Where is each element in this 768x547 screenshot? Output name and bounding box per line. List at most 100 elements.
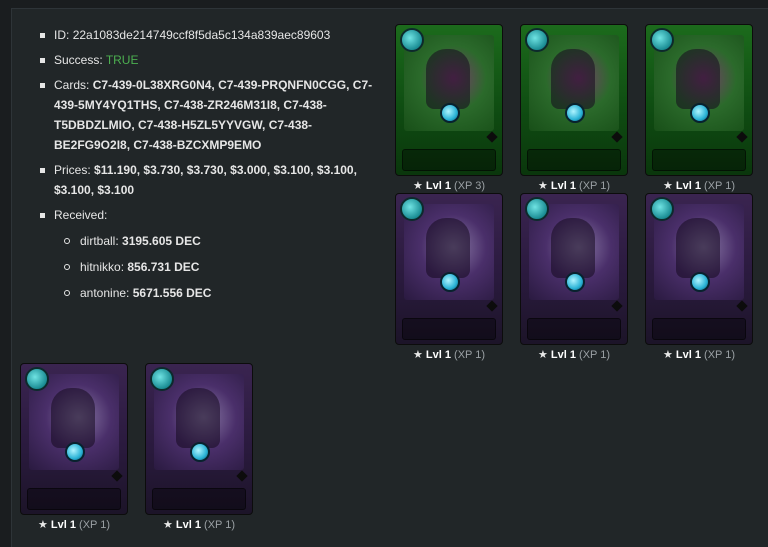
card-level: Lvl 1 — [425, 349, 451, 361]
gem-icon — [440, 272, 460, 292]
card-caption: ★ Lvl 1 (XP 1) — [645, 349, 753, 361]
star-icon: ★ — [537, 180, 548, 192]
star-icon: ★ — [412, 180, 423, 192]
card-image[interactable] — [645, 193, 753, 345]
card-item[interactable]: ★ Lvl 1 (XP 1) — [520, 24, 628, 192]
diamond-icon — [736, 131, 748, 143]
mana-icon — [25, 367, 49, 391]
success-row: Success: TRUE — [36, 50, 381, 70]
card-xp: (XP 1) — [79, 519, 111, 531]
received-item: dirtball: 3195.605 DEC — [54, 231, 381, 251]
card-xp: (XP 1) — [704, 349, 736, 361]
prices-row: Prices: $11.190, $3.730, $3.730, $3.000,… — [36, 160, 381, 200]
received-item: antonine: 5671.556 DEC — [54, 283, 381, 303]
card-level: Lvl 1 — [675, 180, 701, 192]
diamond-icon — [111, 470, 123, 482]
card-item[interactable]: ★ Lvl 1 (XP 1) — [520, 193, 628, 361]
card-caption: ★ Lvl 1 (XP 1) — [20, 519, 128, 531]
mana-icon — [650, 197, 674, 221]
card-image[interactable] — [645, 24, 753, 176]
card-item[interactable]: ★ Lvl 1 (XP 1) — [20, 363, 128, 531]
card-image[interactable] — [20, 363, 128, 515]
star-icon: ★ — [412, 349, 423, 361]
prices-label: Prices: — [54, 163, 91, 177]
card-namebar — [402, 318, 496, 340]
card-character — [676, 218, 720, 278]
diamond-icon — [611, 131, 623, 143]
received-row: Received: dirtball: 3195.605 DEC hitnikk… — [36, 205, 381, 303]
card-character — [51, 388, 95, 448]
card-level: Lvl 1 — [50, 519, 76, 531]
gem-icon — [65, 442, 85, 462]
card-image[interactable] — [395, 24, 503, 176]
id-label: ID: — [54, 28, 70, 42]
success-value: TRUE — [105, 53, 139, 67]
mana-icon — [150, 367, 174, 391]
card-character — [426, 218, 470, 278]
card-namebar — [527, 149, 621, 171]
card-xp: (XP 1) — [704, 180, 736, 192]
card-level: Lvl 1 — [425, 180, 451, 192]
card-xp: (XP 1) — [579, 180, 611, 192]
prices-value: $11.190, $3.730, $3.730, $3.000, $3.100,… — [54, 163, 357, 197]
mana-icon — [650, 28, 674, 52]
card-character — [426, 49, 470, 109]
mana-icon — [525, 197, 549, 221]
received-name: hitnikko: — [80, 260, 125, 274]
received-amount: 5671.556 DEC — [132, 286, 212, 300]
gem-icon — [440, 103, 460, 123]
gem-icon — [190, 442, 210, 462]
cards-label: Cards: — [54, 78, 90, 92]
card-level: Lvl 1 — [550, 180, 576, 192]
diamond-icon — [736, 300, 748, 312]
card-caption: ★ Lvl 1 (XP 1) — [520, 180, 628, 192]
card-xp: (XP 1) — [579, 349, 611, 361]
card-namebar — [27, 488, 121, 510]
success-label: Success: — [54, 53, 103, 67]
card-image[interactable] — [520, 24, 628, 176]
card-caption: ★ Lvl 1 (XP 1) — [145, 519, 253, 531]
received-list: dirtball: 3195.605 DEC hitnikko: 856.731… — [54, 231, 381, 303]
received-item: hitnikko: 856.731 DEC — [54, 257, 381, 277]
star-icon: ★ — [537, 349, 548, 361]
card-character — [551, 49, 595, 109]
star-icon: ★ — [37, 519, 48, 531]
gem-icon — [690, 272, 710, 292]
received-amount: 856.731 DEC — [127, 260, 200, 274]
card-caption: ★ Lvl 1 (XP 3) — [395, 180, 503, 192]
card-namebar — [152, 488, 246, 510]
card-image[interactable] — [145, 363, 253, 515]
card-xp: (XP 1) — [204, 519, 236, 531]
card-namebar — [402, 149, 496, 171]
star-icon: ★ — [662, 349, 673, 361]
transaction-info-list: ID: 22a1083de214749ccf8f5da5c134a839aec8… — [36, 25, 381, 309]
id-value: 22a1083de214749ccf8f5da5c134a839aec89603 — [72, 28, 331, 42]
card-xp: (XP 3) — [454, 180, 486, 192]
gem-icon — [565, 272, 585, 292]
mana-icon — [525, 28, 549, 52]
diamond-icon — [486, 300, 498, 312]
card-namebar — [527, 318, 621, 340]
card-namebar — [652, 318, 746, 340]
diamond-icon — [486, 131, 498, 143]
received-name: dirtball: — [80, 234, 119, 248]
card-xp: (XP 1) — [454, 349, 486, 361]
star-icon: ★ — [662, 180, 673, 192]
card-item[interactable]: ★ Lvl 1 (XP 1) — [645, 193, 753, 361]
card-level: Lvl 1 — [675, 349, 701, 361]
card-item[interactable]: ★ Lvl 1 (XP 3) — [395, 24, 503, 192]
card-item[interactable]: ★ Lvl 1 (XP 1) — [645, 24, 753, 192]
cards-value: C7-439-0L38XRG0N4, C7-439-PRQNFN0CGG, C7… — [54, 78, 373, 152]
card-item[interactable]: ★ Lvl 1 (XP 1) — [395, 193, 503, 361]
card-caption: ★ Lvl 1 (XP 1) — [520, 349, 628, 361]
card-image[interactable] — [395, 193, 503, 345]
received-name: antonine: — [80, 286, 130, 300]
received-amount: 3195.605 DEC — [122, 234, 201, 248]
diamond-icon — [611, 300, 623, 312]
received-label: Received: — [54, 208, 108, 222]
card-image[interactable] — [520, 193, 628, 345]
card-character — [676, 49, 720, 109]
card-character — [176, 388, 220, 448]
diamond-icon — [236, 470, 248, 482]
card-item[interactable]: ★ Lvl 1 (XP 1) — [145, 363, 253, 531]
